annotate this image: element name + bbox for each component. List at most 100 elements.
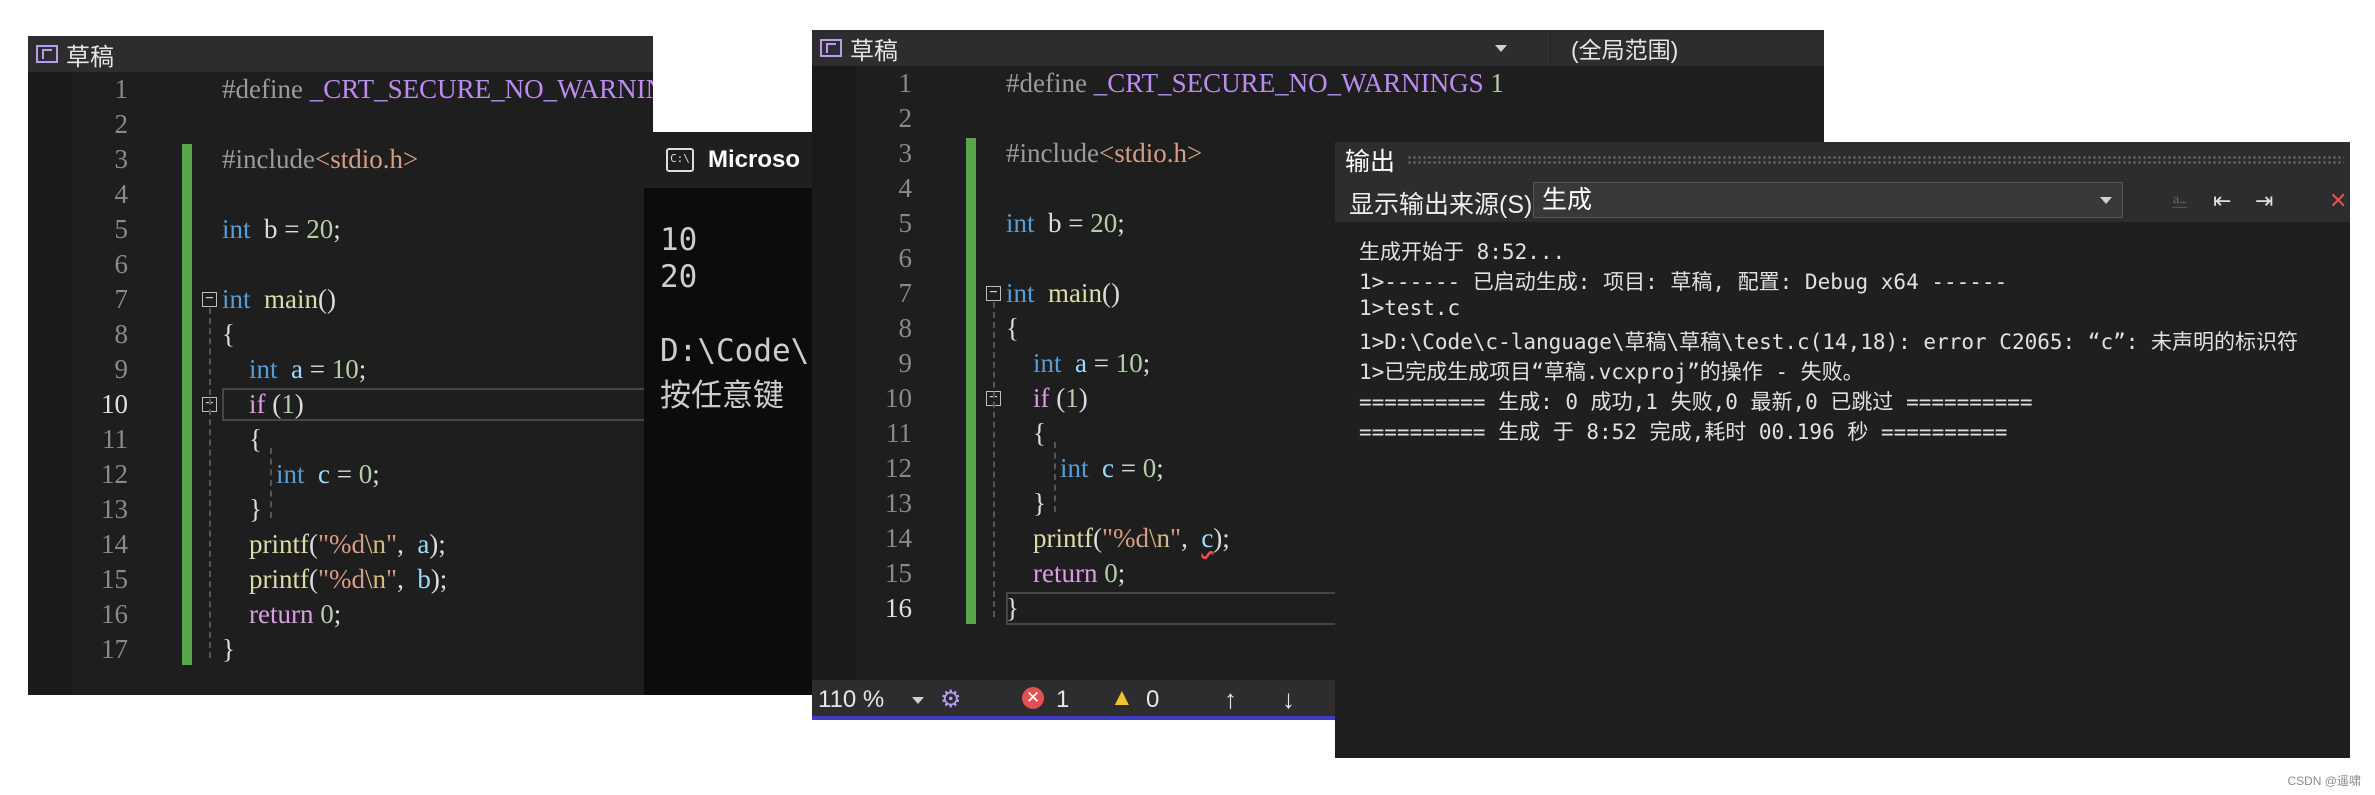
indent-guide: [209, 308, 211, 658]
code-text: printf("%d\n", a);: [222, 527, 446, 562]
output-panel: 输出 显示输出来源(S): 生成 ⎁ ⇤ ⇥ ✕ 生成开始于 8:52... 1>…: [1335, 142, 2350, 758]
code-text: int c = 0;: [1006, 451, 1164, 486]
line-number: 6: [114, 249, 129, 279]
code-line[interactable]: 7 int main(): [28, 282, 653, 317]
code-line[interactable]: 15 printf("%d\n", b);: [28, 562, 653, 597]
left-code-area[interactable]: 1#define _CRT_SECURE_NO_WARNINGS 123#inc…: [28, 72, 653, 695]
collapse-toggle-icon[interactable]: −: [202, 291, 217, 307]
code-token: ;: [1117, 558, 1126, 588]
left-editor-file-bar[interactable]: 草稿: [28, 36, 653, 72]
line-number: 4: [114, 179, 129, 209]
code-line[interactable]: 11 {: [28, 422, 653, 457]
code-text: {: [222, 317, 235, 352]
line-number: 5: [898, 208, 913, 238]
line-number: 9: [114, 354, 129, 384]
code-line[interactable]: 16 return 0;: [28, 597, 653, 632]
console-line: 10: [660, 222, 698, 258]
error-count: 1: [1056, 686, 1070, 713]
console-title-bar[interactable]: C:\ Microso: [644, 132, 819, 188]
code-health-icon[interactable]: ⚙: [940, 685, 962, 714]
output-line: 1>test.c: [1359, 296, 1461, 320]
line-number: 12: [885, 453, 912, 483]
code-line[interactable]: 17}: [28, 632, 653, 667]
zoom-dropdown-caret[interactable]: [912, 697, 924, 704]
code-token: "%d: [1102, 523, 1150, 553]
project-file-icon: [820, 39, 842, 57]
line-number: 4: [898, 173, 913, 203]
code-text: int a = 10;: [222, 352, 366, 387]
main-scope-dropdown[interactable]: (全局范围): [1550, 30, 1824, 66]
code-text: printf("%d\n", c);: [1006, 521, 1230, 556]
prev-message-icon[interactable]: ⇤: [2213, 188, 2239, 213]
code-line[interactable]: 1#define _CRT_SECURE_NO_WARNINGS 1: [812, 66, 1824, 101]
code-line[interactable]: 1#define _CRT_SECURE_NO_WARNINGS 1: [28, 72, 654, 107]
code-token: int: [1006, 208, 1035, 238]
output-title-bar[interactable]: 输出: [1335, 142, 2350, 178]
code-token: 20: [1090, 208, 1118, 238]
line-number: 7: [898, 278, 913, 308]
code-line[interactable]: 12 int c = 0;: [28, 457, 653, 492]
line-number: 16: [101, 599, 128, 629]
clear-all-icon[interactable]: ✕: [2329, 188, 2350, 213]
code-text: {: [1006, 416, 1046, 451]
warning-icon[interactable]: ▲: [1110, 684, 1134, 712]
code-text: int b = 20;: [222, 212, 341, 247]
code-token: b: [417, 564, 431, 594]
code-token: );: [1213, 523, 1230, 553]
code-token: ;: [372, 459, 380, 489]
output-line: ========== 生成: 0 成功,1 失败,0 最新,0 已跳过 ====…: [1359, 390, 2033, 414]
arrow-down-icon[interactable]: ↓: [1282, 684, 1295, 715]
chevron-down-icon[interactable]: [2100, 197, 2112, 204]
line-number: 2: [898, 103, 913, 133]
code-line[interactable]: 13 }: [28, 492, 653, 527]
code-text: #include<stdio.h>: [222, 142, 418, 177]
collapse-toggle-icon[interactable]: −: [986, 285, 1001, 301]
console-window[interactable]: C:\ Microso 10 20 D:\Code\ 按任意键: [644, 132, 819, 695]
line-number: 3: [898, 138, 913, 168]
output-line: 1>D:\Code\c-language\草稿\草稿\test.c(14,18)…: [1359, 330, 2299, 354]
code-line[interactable]: 6: [28, 247, 653, 282]
main-file-name: 草稿: [850, 37, 898, 65]
output-source-select[interactable]: 生成: [1533, 182, 2123, 218]
code-token: int: [249, 354, 278, 384]
arrow-up-icon[interactable]: ↑: [1224, 684, 1237, 715]
code-token: =: [303, 354, 332, 384]
code-token: =: [1087, 348, 1116, 378]
next-message-icon[interactable]: ⇥: [2255, 188, 2281, 213]
code-line[interactable]: 3 #include<stdio.h>: [28, 142, 653, 177]
code-token: \n: [1149, 523, 1171, 553]
warning-count: 0: [1146, 686, 1160, 713]
panel-drag-grip[interactable]: [1407, 155, 2344, 165]
line-number: 6: [898, 243, 913, 273]
code-token: (: [309, 529, 318, 559]
code-line[interactable]: 2: [812, 101, 1824, 136]
change-indicator: [182, 144, 192, 665]
code-text: }: [222, 492, 262, 527]
code-line[interactable]: 4: [28, 177, 653, 212]
code-token: 10: [1115, 348, 1143, 378]
zoom-level[interactable]: 110 %: [818, 686, 884, 714]
code-token: {: [1006, 418, 1046, 448]
code-token: if: [1033, 383, 1050, 413]
current-line-highlight: [222, 388, 653, 421]
code-token: _CRT_SECURE_NO_WARNINGS: [1093, 68, 1484, 98]
goto-line-icon[interactable]: ⎁: [2171, 188, 2197, 213]
code-line[interactable]: 5 int b = 20;: [28, 212, 653, 247]
error-icon[interactable]: ✕: [1022, 687, 1044, 709]
code-text: return 0;: [222, 597, 341, 632]
code-token: {: [1006, 313, 1019, 343]
output-source-value: 生成: [1542, 186, 1593, 214]
code-token: ): [1078, 383, 1088, 413]
code-line[interactable]: 14 printf("%d\n", a);: [28, 527, 653, 562]
code-line[interactable]: 2: [28, 107, 653, 142]
code-text: #define _CRT_SECURE_NO_WARNINGS 1: [222, 72, 653, 107]
chevron-down-icon[interactable]: [1495, 45, 1507, 52]
code-line[interactable]: 9 int a = 10;: [28, 352, 653, 387]
code-token: a: [417, 529, 430, 559]
code-line[interactable]: 8{: [28, 317, 653, 352]
project-file-icon: [36, 45, 58, 63]
